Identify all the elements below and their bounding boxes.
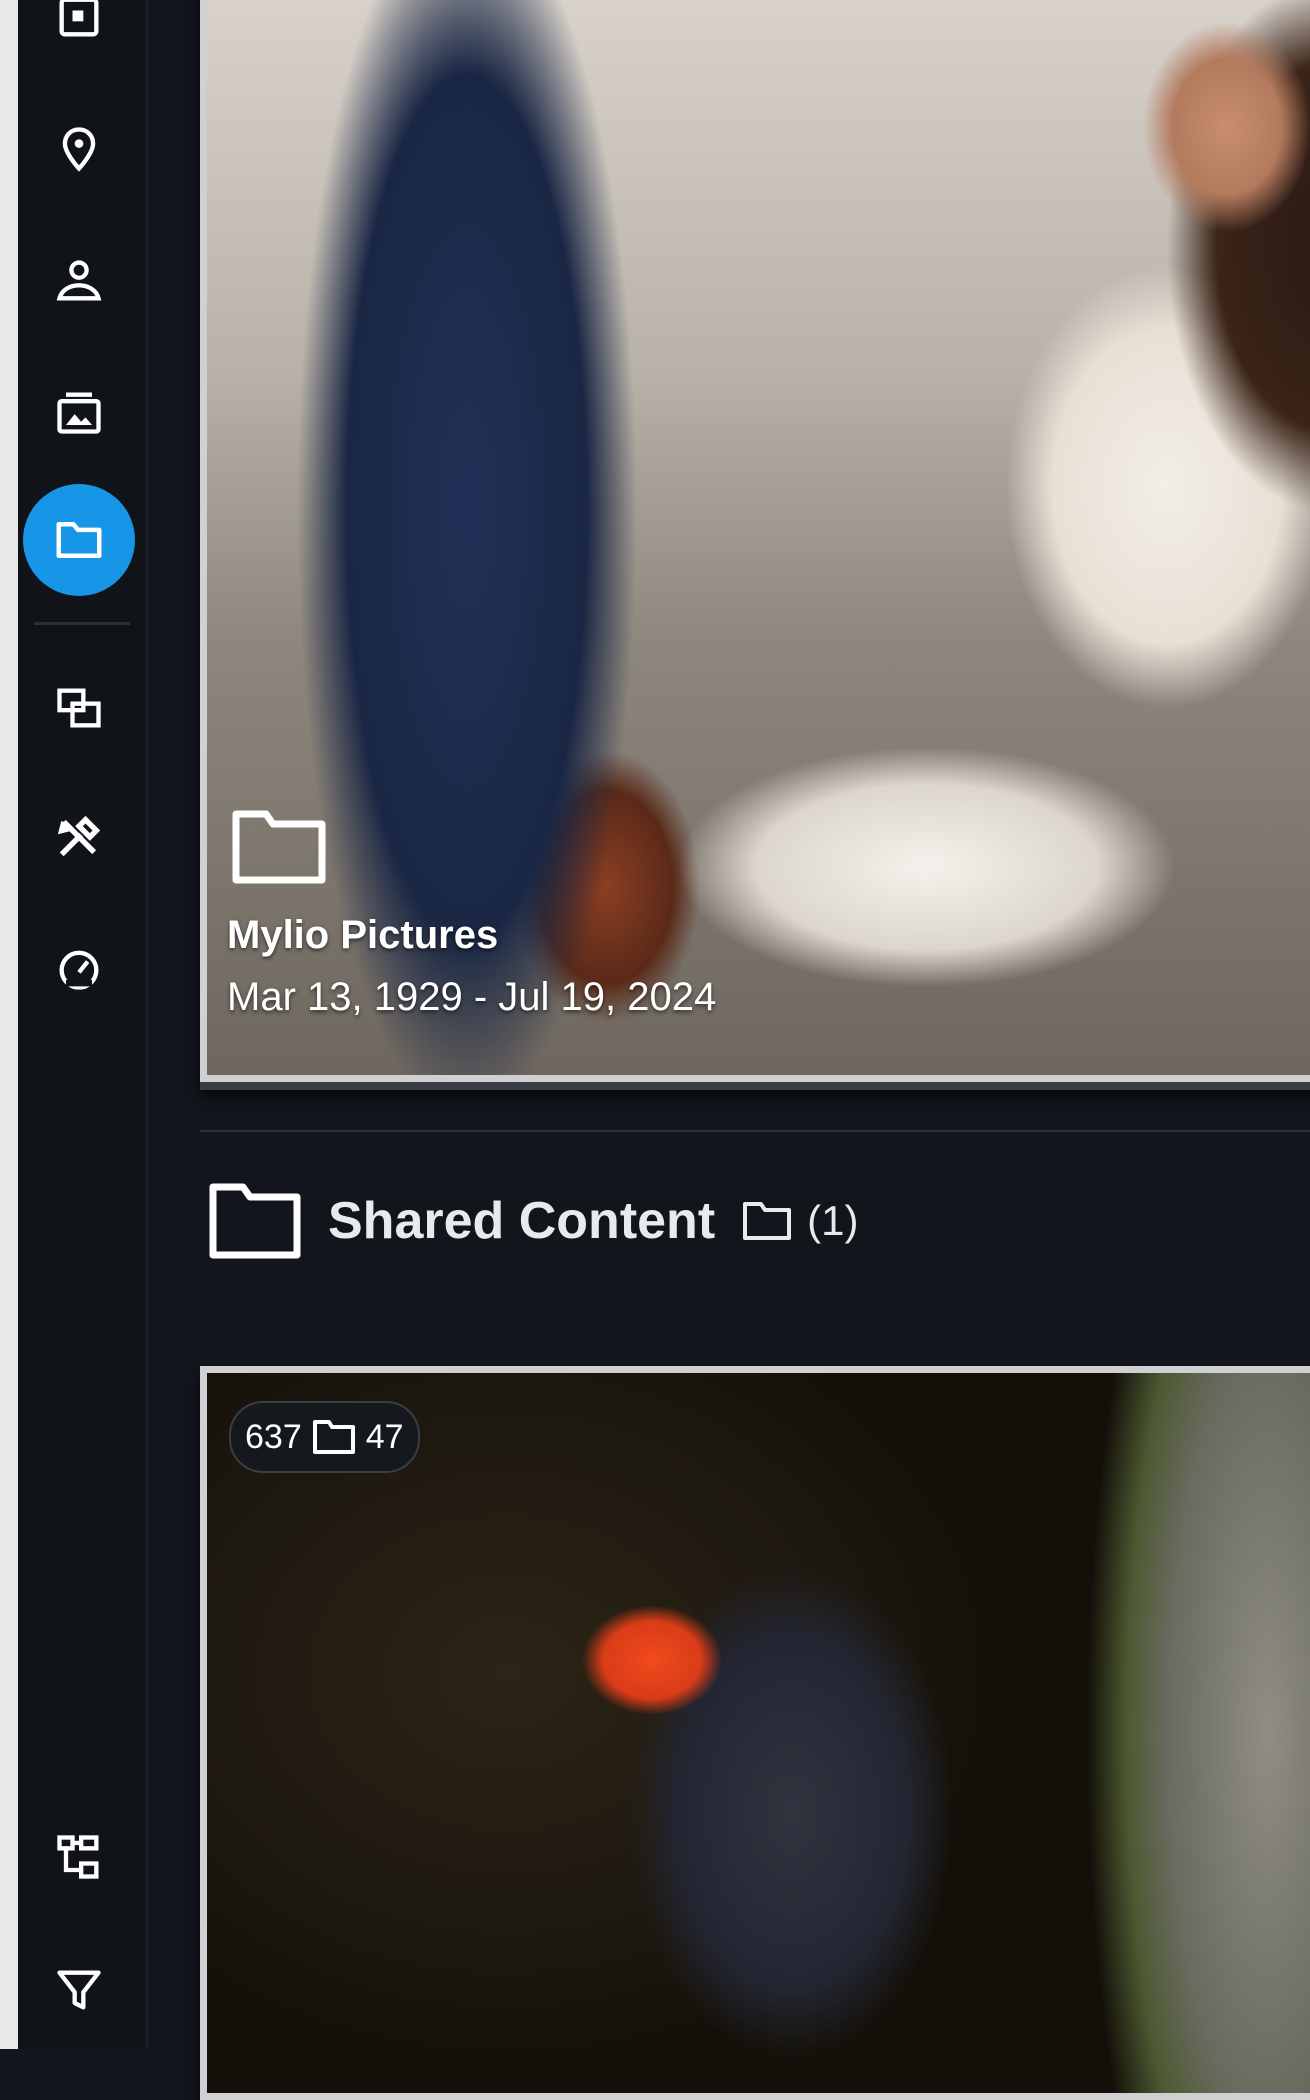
section-divider [200, 1130, 1310, 1132]
window-edge [0, 0, 18, 2049]
speedometer-icon [59, 950, 99, 990]
nav-dashboard[interactable] [18, 913, 140, 1023]
folder-cover-photo [207, 1373, 1310, 2093]
section-folder-count: (1) [741, 1197, 858, 1245]
nav-people[interactable] [18, 226, 140, 336]
main-content: Mylio Pictures Mar 13, 1929 - Jul 19, 20… [148, 0, 1310, 2100]
photo-count: 637 [245, 1417, 302, 1456]
nav-tools[interactable] [18, 782, 140, 892]
item-count-badge: 637 47 [229, 1401, 420, 1473]
nav-albums[interactable] [18, 357, 140, 467]
location-pin-icon [62, 127, 96, 172]
section-title: Shared Content [328, 1192, 716, 1250]
folder-title: Mylio Pictures [227, 913, 499, 957]
folder-card-mylio-pictures[interactable]: Mylio Pictures Mar 13, 1929 - Jul 19, 20… [200, 0, 1310, 1082]
folder-card-shared[interactable]: 637 47 [200, 1366, 1310, 2100]
nav-duplicates[interactable] [18, 653, 140, 763]
nav-folders-active-bubble [23, 484, 135, 596]
folder-icon [232, 810, 326, 884]
duplicate-pages-icon [57, 688, 101, 728]
nav-places[interactable] [18, 94, 140, 204]
nav-filter[interactable] [18, 1935, 140, 2045]
sidebar-divider [34, 622, 130, 625]
folder-date-range: Mar 13, 1929 - Jul 19, 2024 [227, 975, 717, 1019]
section-header-shared-content[interactable]: Shared Content (1) [208, 1182, 858, 1260]
folder-icon [209, 1183, 301, 1259]
nav-calendar[interactable] [18, 0, 140, 72]
small-folder-icon [743, 1202, 792, 1240]
person-icon [56, 260, 102, 301]
calendar-icon [59, 0, 99, 37]
nav-folders[interactable] [18, 484, 140, 596]
tools-icon [57, 815, 101, 857]
filter-icon [57, 1970, 101, 2010]
folder-icon [56, 522, 102, 558]
album-icon [57, 392, 101, 434]
nav-hierarchy[interactable] [18, 1802, 140, 1912]
hierarchy-icon [57, 1835, 99, 1879]
sidebar [18, 0, 148, 2049]
section-count: (1) [807, 1197, 859, 1244]
subfolder-count: 47 [365, 1417, 404, 1456]
small-folder-icon [312, 1420, 355, 1454]
